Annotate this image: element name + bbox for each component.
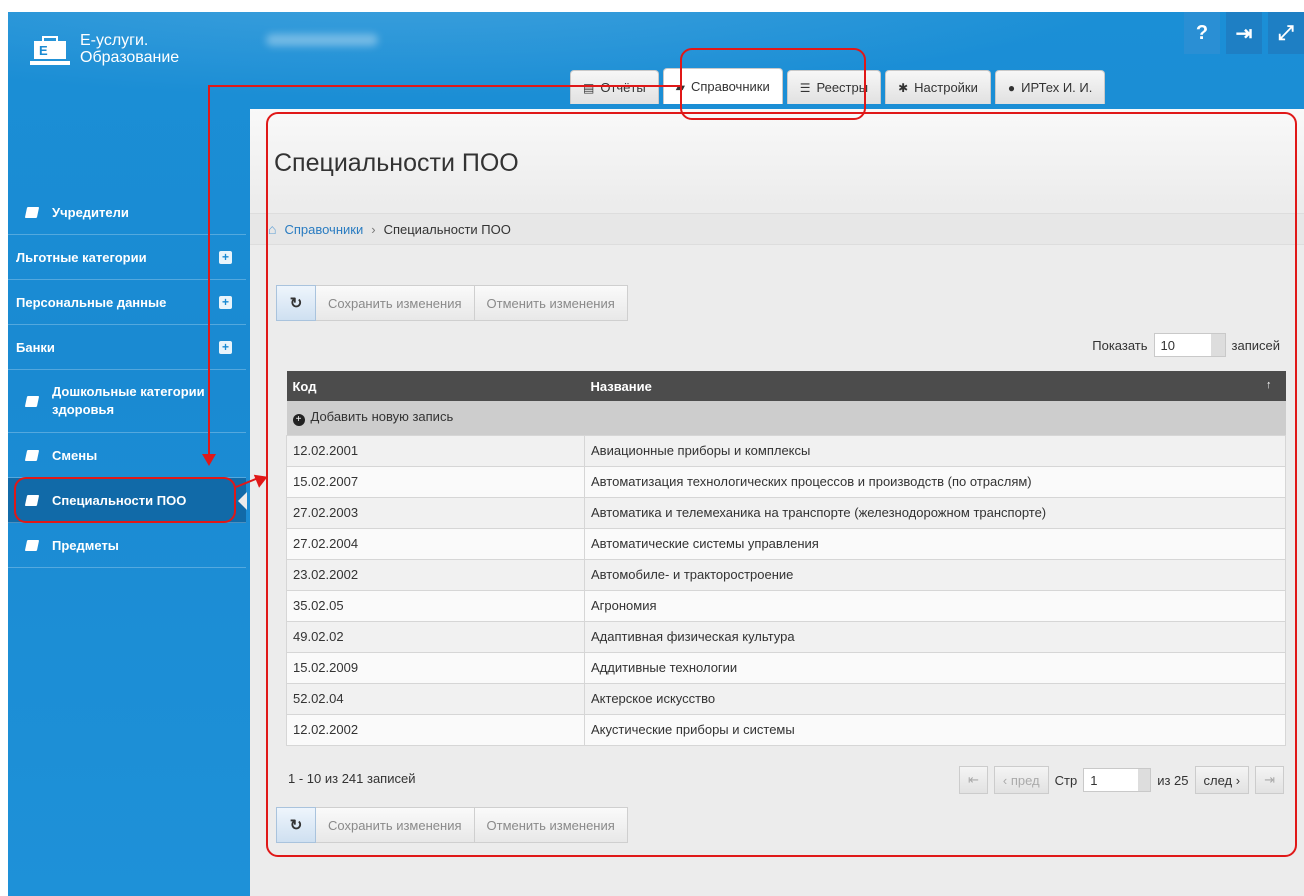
- annotation-content-highlight: [266, 112, 1297, 857]
- blurred-account-info: [266, 34, 378, 46]
- sidebar-item-founders[interactable]: Учредители: [8, 190, 246, 235]
- app-window: E Е-услуги. Образование ? ⇥ ⤢ ▤ Отчёты ▰…: [8, 12, 1304, 896]
- app-name: Е-услуги. Образование: [80, 32, 179, 66]
- book-icon: [24, 206, 40, 218]
- annotation-connector: [208, 85, 210, 457]
- expand-plus-icon[interactable]: +: [219, 295, 232, 309]
- help-icon[interactable]: ?: [1184, 12, 1220, 54]
- top-icon-bar: ? ⇥ ⤢: [1184, 12, 1304, 54]
- app-name-line2: Образование: [80, 49, 180, 66]
- book-icon: [24, 395, 40, 407]
- sidebar-item-benefit-categories[interactable]: Льготные категории +: [8, 235, 246, 280]
- sidebar-item-label: Персональные данные: [16, 294, 167, 310]
- sidebar-item-subjects[interactable]: Предметы: [8, 523, 246, 568]
- sidebar-item-label: Учредители: [52, 204, 129, 220]
- tab-settings[interactable]: ✱ Настройки: [885, 70, 991, 104]
- logout-icon[interactable]: ⇥: [1226, 12, 1262, 54]
- sidebar-item-label: Смены: [52, 447, 98, 463]
- tab-user-profile[interactable]: ● ИРТех И. И.: [994, 70, 1106, 104]
- tab-label: Отчёты: [600, 80, 646, 95]
- briefcase-logo-icon: E: [30, 36, 70, 66]
- user-icon: ●: [1007, 80, 1016, 95]
- annotation-connector: [208, 85, 680, 87]
- sidebar-item-label: Предметы: [52, 537, 119, 553]
- annotation-arrow-down-icon: [202, 454, 216, 466]
- report-icon: ▤: [583, 80, 595, 95]
- sidebar-item-personal-data[interactable]: Персональные данные +: [8, 280, 246, 325]
- sidebar-item-label: Льготные категории: [16, 249, 147, 265]
- annotation-tab-highlight: [680, 48, 866, 120]
- tab-label: Настройки: [914, 80, 978, 95]
- sidebar-item-banks[interactable]: Банки +: [8, 325, 246, 370]
- book-icon: [24, 449, 40, 461]
- app-logo[interactable]: E Е-услуги. Образование: [30, 32, 179, 66]
- annotation-sidebar-highlight: [14, 477, 236, 523]
- sidebar-item-label: Банки: [16, 339, 55, 355]
- tab-label: ИРТех И. И.: [1021, 80, 1093, 95]
- book-icon: [24, 539, 40, 551]
- gear-icon: ✱: [898, 80, 909, 95]
- tab-reports[interactable]: ▤ Отчёты: [570, 70, 659, 104]
- sidebar-item-preschool-health[interactable]: Дошкольные категории здоровья: [8, 370, 246, 433]
- expand-plus-icon[interactable]: +: [219, 340, 232, 354]
- app-name-line1: Е-услуги.: [80, 32, 149, 49]
- fullscreen-icon[interactable]: ⤢: [1268, 12, 1304, 54]
- expand-plus-icon[interactable]: +: [219, 250, 232, 264]
